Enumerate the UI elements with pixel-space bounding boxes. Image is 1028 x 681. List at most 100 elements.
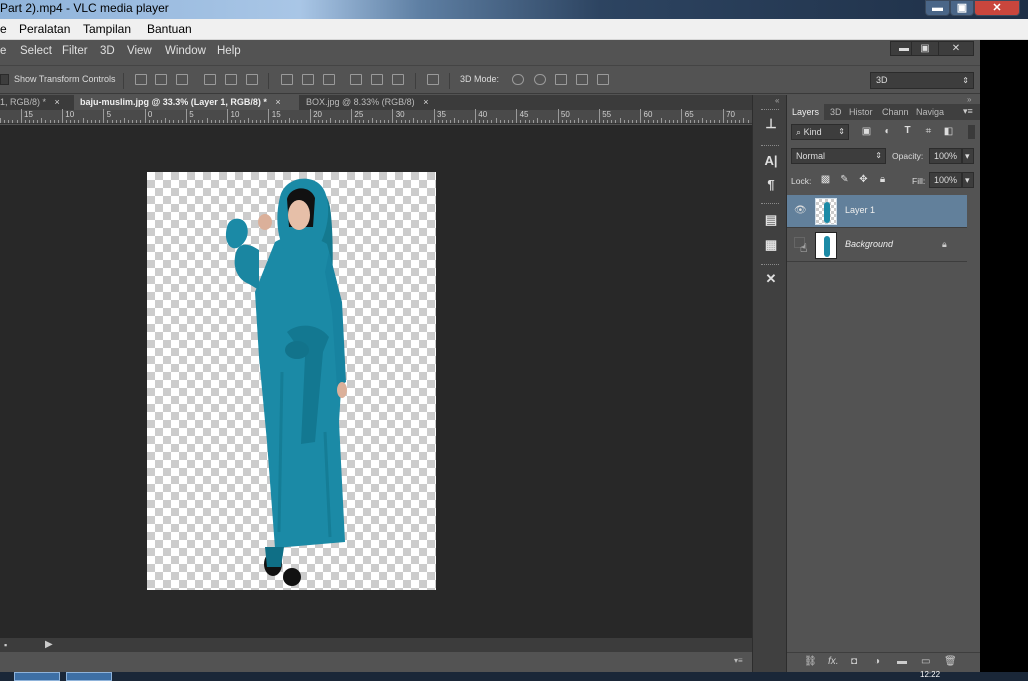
opacity-dropdown-icon[interactable]: ▾ bbox=[962, 148, 974, 164]
lock-image-icon[interactable]: ✎ bbox=[839, 175, 850, 185]
show-transform-checkbox[interactable] bbox=[0, 74, 9, 85]
new-layer-icon[interactable]: ▭ bbox=[921, 656, 930, 667]
tab-layers[interactable]: Layers bbox=[787, 104, 825, 120]
tool-presets-icon[interactable]: ✕ bbox=[763, 271, 779, 287]
3d-scale-icon[interactable] bbox=[597, 74, 609, 85]
layer-row-layer-1[interactable]: 👁︎ Layer 1 bbox=[787, 195, 967, 228]
grip-icon[interactable] bbox=[761, 145, 779, 147]
align-vcenter-icon[interactable] bbox=[155, 74, 167, 85]
adjustment-icon[interactable]: ◑ bbox=[874, 656, 880, 667]
tab-history[interactable]: Histor bbox=[849, 104, 873, 120]
distribute-bottom-icon[interactable] bbox=[323, 74, 335, 85]
distribute-hcenter-icon[interactable] bbox=[371, 74, 383, 85]
windows-taskbar: 12:22 bbox=[0, 670, 1028, 681]
collapse-icon[interactable]: « bbox=[775, 96, 779, 105]
notes-icon[interactable]: ▦ bbox=[763, 237, 779, 253]
filter-smart-object-icon[interactable]: ◧ bbox=[943, 127, 954, 137]
3d-slide-icon[interactable] bbox=[576, 74, 588, 85]
ps-menu-filter[interactable]: Filter bbox=[62, 45, 88, 57]
ps-menu-select[interactable]: Select bbox=[20, 45, 52, 57]
eye-icon[interactable]: 👁︎ bbox=[794, 205, 807, 216]
layer-row-background[interactable]: ☝︎ Background 🔒︎ bbox=[787, 229, 967, 262]
distribute-right-icon[interactable] bbox=[392, 74, 404, 85]
distribute-top-icon[interactable] bbox=[281, 74, 293, 85]
align-left-icon[interactable] bbox=[204, 74, 216, 85]
align-bottom-icon[interactable] bbox=[176, 74, 188, 85]
vlc-menu-peralatan[interactable]: Peralatan bbox=[19, 22, 70, 36]
properties-icon[interactable]: ▤ bbox=[763, 212, 779, 228]
fx-icon[interactable]: fx. bbox=[828, 656, 839, 667]
doc-tab-active[interactable]: baju-muslim.jpg @ 33.3% (Layer 1, RGB/8)… bbox=[74, 95, 299, 110]
vlc-menu-bantuan[interactable]: Bantuan bbox=[147, 22, 192, 36]
link-icon[interactable]: ⛓︎ bbox=[804, 656, 817, 667]
auto-align-icon[interactable] bbox=[427, 74, 439, 85]
grip-icon[interactable] bbox=[761, 264, 779, 266]
tab-close-icon[interactable]: × bbox=[423, 97, 428, 107]
tab-navigator[interactable]: Naviga bbox=[916, 104, 944, 120]
vlc-close-button[interactable]: ✕ bbox=[974, 0, 1020, 16]
align-top-icon[interactable] bbox=[135, 74, 147, 85]
grip-icon[interactable] bbox=[761, 109, 779, 111]
blend-mode-select[interactable]: Normal ⇕ bbox=[791, 148, 886, 164]
scroll-left-icon[interactable]: ▪ bbox=[4, 640, 7, 650]
tab-close-icon[interactable]: × bbox=[275, 97, 280, 107]
trash-icon[interactable]: 🗑︎ bbox=[944, 656, 957, 667]
doc-tab[interactable]: 1, RGB/8) * × bbox=[0, 95, 72, 110]
panel-menu-icon[interactable]: ▾≡ bbox=[963, 106, 973, 117]
ruler-tick bbox=[243, 120, 245, 123]
filter-pixel-icon[interactable]: ▣ bbox=[861, 127, 872, 137]
filter-toggle[interactable] bbox=[968, 125, 975, 139]
distribute-vcenter-icon[interactable] bbox=[302, 74, 314, 85]
status-menu-icon[interactable]: ▾≡ bbox=[734, 656, 743, 665]
tab-close-icon[interactable]: × bbox=[55, 97, 60, 107]
character-icon[interactable]: A| bbox=[763, 153, 779, 169]
ps-menu-view[interactable]: View bbox=[127, 45, 152, 57]
ps-menu-3d[interactable]: 3D bbox=[100, 45, 115, 57]
scroll-right-icon[interactable]: ▶ bbox=[45, 639, 53, 650]
align-hcenter-icon[interactable] bbox=[225, 74, 237, 85]
folder-icon[interactable]: ▬ bbox=[897, 656, 907, 667]
chevron-updown-icon: ⇕ bbox=[875, 151, 882, 160]
doc-tab[interactable]: BOX.jpg @ 8.33% (RGB/8) × bbox=[300, 95, 445, 110]
fill-dropdown-icon[interactable]: ▾ bbox=[962, 172, 974, 188]
vlc-minimize-button[interactable]: ▬ bbox=[925, 0, 950, 16]
ps-menu-window[interactable]: Window bbox=[165, 45, 206, 57]
mask-icon[interactable]: ◘ bbox=[851, 656, 857, 667]
3d-pan-icon[interactable] bbox=[555, 74, 567, 85]
vlc-menu-tampilan[interactable]: Tampilan bbox=[83, 22, 131, 36]
ps-menu-edit[interactable]: e bbox=[0, 45, 6, 57]
ruler-tick bbox=[594, 120, 596, 123]
opacity-input[interactable]: 100% bbox=[929, 148, 962, 164]
expand-icon[interactable]: » bbox=[967, 95, 971, 104]
filter-shape-icon[interactable]: ⌗ bbox=[923, 127, 934, 137]
taskbar-app-button[interactable] bbox=[14, 672, 60, 681]
fill-input[interactable]: 100% bbox=[929, 172, 962, 188]
ps-menu-help[interactable]: Help bbox=[217, 45, 241, 57]
horizontal-scrollbar[interactable]: ▪ ▶ bbox=[0, 638, 752, 652]
ps-restore-button[interactable]: ▣ bbox=[911, 41, 939, 56]
history-brush-icon[interactable]: ⊥ bbox=[763, 116, 779, 132]
align-right-icon[interactable] bbox=[246, 74, 258, 85]
filter-adjustment-icon[interactable]: ◐ bbox=[882, 127, 893, 137]
taskbar-app-button[interactable] bbox=[66, 672, 112, 681]
ruler-tick bbox=[173, 120, 175, 123]
vlc-menu-item[interactable]: e bbox=[0, 22, 7, 36]
ruler-tick bbox=[545, 120, 547, 123]
tab-channels[interactable]: Chann bbox=[882, 104, 909, 120]
lock-position-icon[interactable]: ✥ bbox=[858, 175, 869, 185]
distribute-left-icon[interactable] bbox=[350, 74, 362, 85]
lock-all-icon[interactable]: 🔒︎ bbox=[877, 175, 888, 185]
document-canvas[interactable] bbox=[147, 172, 436, 590]
filter-kind-select[interactable]: ⌕ Kind ⇕ bbox=[791, 124, 849, 140]
filter-type-icon[interactable]: T bbox=[902, 126, 913, 136]
3d-rotate-icon[interactable] bbox=[512, 74, 524, 85]
grip-icon[interactable] bbox=[761, 203, 779, 205]
ruler-tick bbox=[355, 120, 357, 123]
ps-close-button[interactable]: ✕ bbox=[938, 41, 974, 56]
vlc-maximize-button[interactable]: ▣ bbox=[950, 0, 974, 16]
tab-3d[interactable]: 3D bbox=[830, 104, 842, 120]
3d-roll-icon[interactable] bbox=[534, 74, 546, 85]
workspace-select[interactable]: 3D ⇕ bbox=[870, 72, 974, 89]
lock-transparent-icon[interactable]: ▩ bbox=[820, 175, 831, 185]
paragraph-icon[interactable]: ¶ bbox=[763, 177, 779, 193]
